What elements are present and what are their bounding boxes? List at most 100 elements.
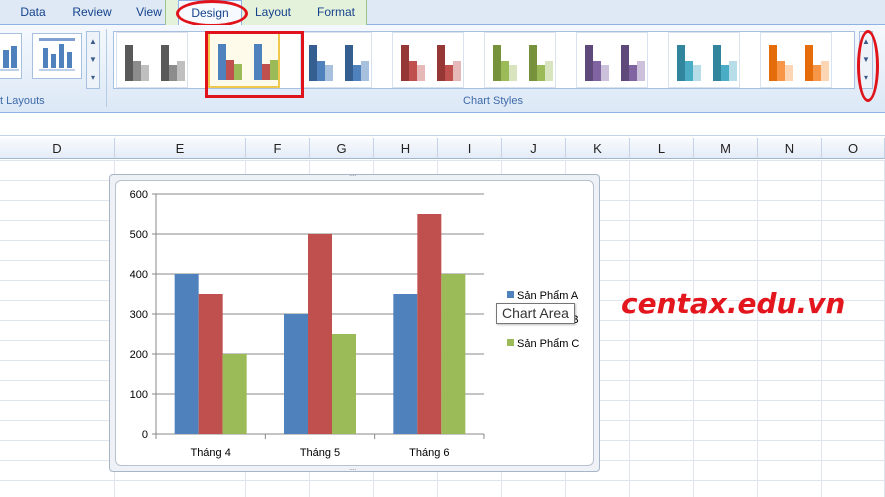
group-separator <box>106 29 107 107</box>
column-header-k[interactable]: K <box>566 138 630 159</box>
style-preview-bar <box>401 45 409 81</box>
tab-review[interactable]: Review <box>66 0 118 25</box>
column-header-g[interactable]: G <box>310 138 374 159</box>
grid-column-line <box>693 160 694 497</box>
resize-handle-left[interactable] <box>109 320 113 330</box>
style-preview-bar <box>409 61 417 81</box>
chart-style-6[interactable] <box>576 32 648 88</box>
chart-style-7[interactable] <box>668 32 740 88</box>
tab-view[interactable]: View <box>128 0 170 25</box>
tab-format[interactable]: Format <box>308 0 364 25</box>
style-preview-bar <box>437 45 445 81</box>
style-preview-bar <box>317 61 325 81</box>
style-preview-bar <box>677 45 685 81</box>
style-preview-bar <box>177 61 185 81</box>
grid-column-line <box>629 160 630 497</box>
style-preview-bar <box>693 65 701 81</box>
style-preview-bar <box>161 45 169 81</box>
column-header-n[interactable]: N <box>758 138 822 159</box>
chart-style-3[interactable] <box>300 32 372 88</box>
style-preview-bar <box>529 45 537 81</box>
bar-sản-phẩm-a-1 <box>174 274 199 434</box>
y-tick-label: 600 <box>130 189 148 201</box>
design-tab-highlight <box>176 0 248 27</box>
chart-style-4[interactable] <box>392 32 464 88</box>
x-tick-label: Tháng 5 <box>300 447 340 459</box>
column-header-e[interactable]: E <box>115 138 246 159</box>
column-header-m[interactable]: M <box>694 138 758 159</box>
formula-area <box>0 114 885 136</box>
style-preview-bar <box>493 45 501 81</box>
y-tick-label: 500 <box>130 229 148 241</box>
tab-layout[interactable]: Layout <box>248 0 298 25</box>
style-preview-bar <box>509 65 517 81</box>
style-preview-bar <box>629 65 637 81</box>
more-icon[interactable]: ▾ <box>88 69 98 86</box>
chart-layout-icon <box>0 46 19 71</box>
style-preview-bar <box>133 61 141 81</box>
style-preview-bar <box>805 45 813 81</box>
style-preview-bar <box>169 65 177 81</box>
grid-column-line <box>757 160 758 497</box>
gallery-more-highlight <box>857 30 879 102</box>
style-preview-bar <box>345 45 353 81</box>
style-preview-bar <box>585 45 593 81</box>
style-preview-bar <box>353 65 361 81</box>
style-preview-bar <box>785 65 793 81</box>
y-tick-label: 0 <box>142 429 148 441</box>
y-tick-label: 100 <box>130 389 148 401</box>
y-tick-label: 200 <box>130 349 148 361</box>
bar-sản-phẩm-a-2 <box>284 314 308 434</box>
y-tick-label: 300 <box>130 309 148 321</box>
style-preview-bar <box>769 45 777 81</box>
column-header-i[interactable]: I <box>438 138 502 159</box>
bar-sản-phẩm-b-3 <box>417 214 442 434</box>
excel-window: Data Review View Design Layout Format ▲ … <box>0 0 885 497</box>
chart-style-5[interactable] <box>484 32 556 88</box>
chart-style-1[interactable] <box>116 32 188 88</box>
chart-layout-thumb[interactable] <box>0 33 22 79</box>
style-preview-bar <box>445 65 453 81</box>
style-preview-bar <box>601 65 609 81</box>
column-header-j[interactable]: J <box>502 138 566 159</box>
resize-handle-bottom[interactable]: ···· <box>349 466 359 474</box>
legend-label: Sản Phẩm C <box>517 338 579 350</box>
style-preview-bar <box>777 61 785 81</box>
tab-data[interactable]: Data <box>12 0 54 25</box>
style-preview-bar <box>729 61 737 81</box>
style-preview-bar <box>621 45 629 81</box>
y-tick-label: 400 <box>130 269 148 281</box>
column-header-o[interactable]: O <box>822 138 885 159</box>
bar-sản-phẩm-c-2 <box>332 334 356 434</box>
x-tick-label: Tháng 6 <box>409 447 449 459</box>
column-header-l[interactable]: L <box>630 138 694 159</box>
style-preview-bar <box>721 65 729 81</box>
legend-label: Sản Phẩm A <box>517 290 579 302</box>
column-header-d[interactable]: D <box>0 138 115 159</box>
column-header-h[interactable]: H <box>374 138 438 159</box>
style-preview-bar <box>685 61 693 81</box>
scroll-down-icon[interactable]: ▼ <box>88 51 98 68</box>
resize-handle-right[interactable] <box>596 320 600 330</box>
chart-layout-thumb[interactable] <box>32 33 82 79</box>
chart-style-8[interactable] <box>760 32 832 88</box>
scroll-up-icon[interactable]: ▲ <box>88 33 98 50</box>
style-preview-bar <box>361 61 369 81</box>
style-preview-bar <box>821 61 829 81</box>
bar-sản-phẩm-b-1 <box>198 294 223 434</box>
x-tick-label: Tháng 4 <box>190 447 230 459</box>
column-header-f[interactable]: F <box>246 138 310 159</box>
layouts-gallery-scroll[interactable]: ▲ ▼ ▾ <box>86 31 100 89</box>
bar-sản-phẩm-c-3 <box>441 274 466 434</box>
resize-handle-top[interactable]: ···· <box>349 172 359 180</box>
style-preview-bar <box>501 61 509 81</box>
bar-chart[interactable]: 0 100 200 300 400 500 600 Tháng 4 Tháng 5 Tháng 6… <box>116 181 595 467</box>
chart-layouts-group-label: t Layouts <box>0 95 45 107</box>
style-preview-bar <box>125 45 133 81</box>
grid-column-line <box>821 160 822 497</box>
bar-sản-phẩm-b-2 <box>308 234 332 434</box>
style-preview-bar <box>309 45 317 81</box>
bar-sản-phẩm-a-3 <box>393 294 418 434</box>
selected-style-highlight <box>205 31 304 98</box>
style-preview-bar <box>637 61 645 81</box>
